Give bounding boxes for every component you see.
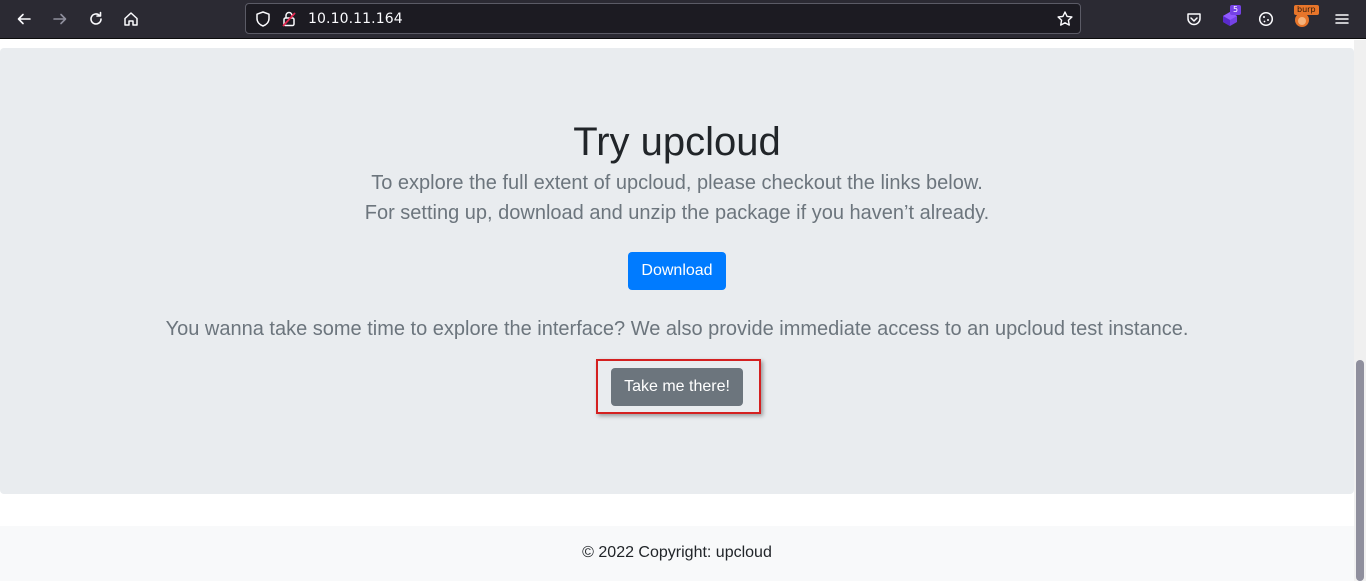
url-text[interactable]: 10.10.11.164 [308, 11, 403, 27]
cookie-extension-button[interactable] [1252, 6, 1280, 32]
scrollbar[interactable] [1354, 40, 1366, 581]
home-icon [124, 12, 138, 26]
hamburger-menu-icon [1335, 14, 1349, 24]
footer: © 2022 Copyright: upcloud [0, 526, 1354, 581]
forward-button[interactable] [46, 6, 74, 32]
privacy-extension-button[interactable]: 5 [1216, 5, 1244, 32]
back-arrow-icon [17, 13, 31, 25]
page-viewport: Try upcloud To explore the full extent o… [0, 40, 1366, 581]
burp-label: burp [1294, 5, 1319, 15]
scrollbar-thumb[interactable] [1356, 360, 1364, 581]
lead-text-line1: To explore the full extent of upcloud, p… [371, 172, 983, 194]
pocket-button[interactable] [1180, 6, 1208, 32]
burp-extension-button[interactable]: burp [1288, 5, 1319, 32]
explore-text: You wanna take some time to explore the … [165, 318, 1189, 340]
tracking-shield-icon[interactable] [254, 10, 272, 28]
home-button[interactable] [117, 6, 145, 32]
bookmark-star-icon[interactable] [1056, 10, 1074, 28]
take-me-there-button[interactable]: Take me there! [611, 368, 743, 406]
menu-button[interactable] [1328, 6, 1356, 32]
copyright-text: © 2022 Copyright: upcloud [582, 544, 772, 561]
cookie-icon [1258, 11, 1274, 27]
download-button[interactable]: Download [628, 252, 726, 290]
pocket-icon [1187, 13, 1201, 26]
lead-text-line2: For setting up, download and unzip the p… [364, 202, 990, 224]
insecure-lock-icon[interactable] [280, 10, 298, 28]
browser-toolbar: 10.10.11.164 5 burp [0, 0, 1366, 39]
jumbotron: Try upcloud To explore the full extent o… [0, 48, 1354, 494]
reload-icon [90, 11, 102, 25]
forward-arrow-icon [53, 13, 67, 25]
back-button[interactable] [10, 6, 38, 32]
url-bar[interactable]: 10.10.11.164 [245, 3, 1081, 34]
reload-button[interactable] [82, 6, 110, 32]
page-title: Try upcloud [573, 120, 781, 164]
extension-badge: 5 [1230, 5, 1242, 15]
